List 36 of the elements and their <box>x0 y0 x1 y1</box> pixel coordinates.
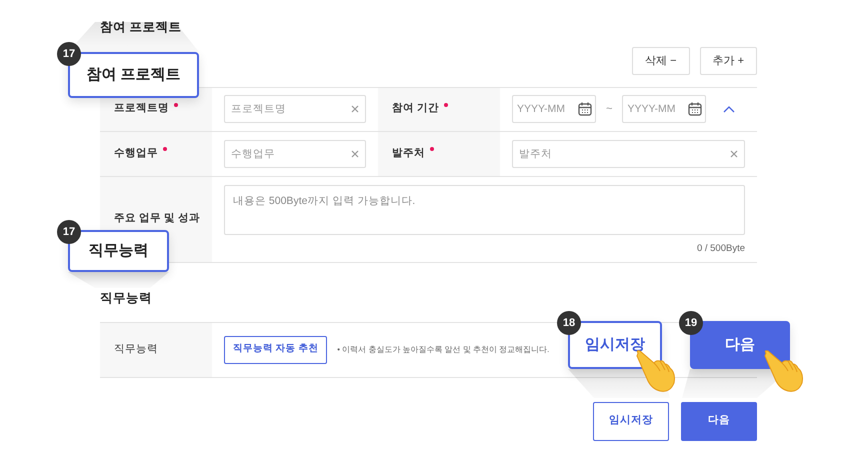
step-number-badge: 19 <box>679 311 703 335</box>
step-number-badge: 17 <box>57 220 81 244</box>
clear-icon[interactable] <box>730 150 738 158</box>
textarea-field[interactable]: 내용은 500Byte까지 입력 가능합니다. <box>224 184 745 235</box>
add-button[interactable]: 추가 + <box>700 46 757 75</box>
save-draft-button[interactable]: 임시저장 <box>593 402 669 440</box>
clear-icon[interactable] <box>351 105 359 114</box>
field-label: 주요 업무 및 성과 <box>114 211 200 226</box>
clear-icon[interactable] <box>351 150 359 158</box>
required-dot <box>430 146 434 151</box>
field-label: 직무능력 <box>114 342 158 357</box>
step-number-badge: 17 <box>57 42 81 66</box>
field-label: 발주처 <box>392 146 425 161</box>
text-field[interactable]: 수행업무 <box>224 140 366 168</box>
text-field[interactable]: 프로젝트명 <box>224 95 366 124</box>
next-button[interactable]: 다음 <box>681 402 757 440</box>
required-dot <box>174 102 178 107</box>
auto-recommend-button[interactable]: 직무능력 자동 추천 <box>224 336 328 364</box>
hand-pointer-icon <box>762 349 804 395</box>
section-title: 직무능력 <box>100 290 153 307</box>
required-dot <box>444 102 448 107</box>
step-number-badge: 18 <box>557 311 581 335</box>
delete-button[interactable]: 삭제 − <box>632 46 690 75</box>
calendar-icon[interactable] <box>578 102 592 117</box>
text-field[interactable]: 발주처 <box>512 140 745 168</box>
field-label: 프로젝트명 <box>114 101 169 116</box>
calendar-icon[interactable] <box>688 102 702 117</box>
date-field[interactable]: YYYY-MM <box>622 95 706 124</box>
field-label: 수행업무 <box>114 146 158 161</box>
chevron-up-icon[interactable] <box>723 104 735 114</box>
required-dot <box>163 146 167 151</box>
section-title: 참여 프로젝트 <box>100 19 182 36</box>
date-field[interactable]: YYYY-MM <box>512 95 596 124</box>
byte-counter: 0 / 500Byte <box>696 242 745 254</box>
field-label: 참여 기간 <box>392 101 439 116</box>
range-separator: ~ <box>606 102 612 117</box>
